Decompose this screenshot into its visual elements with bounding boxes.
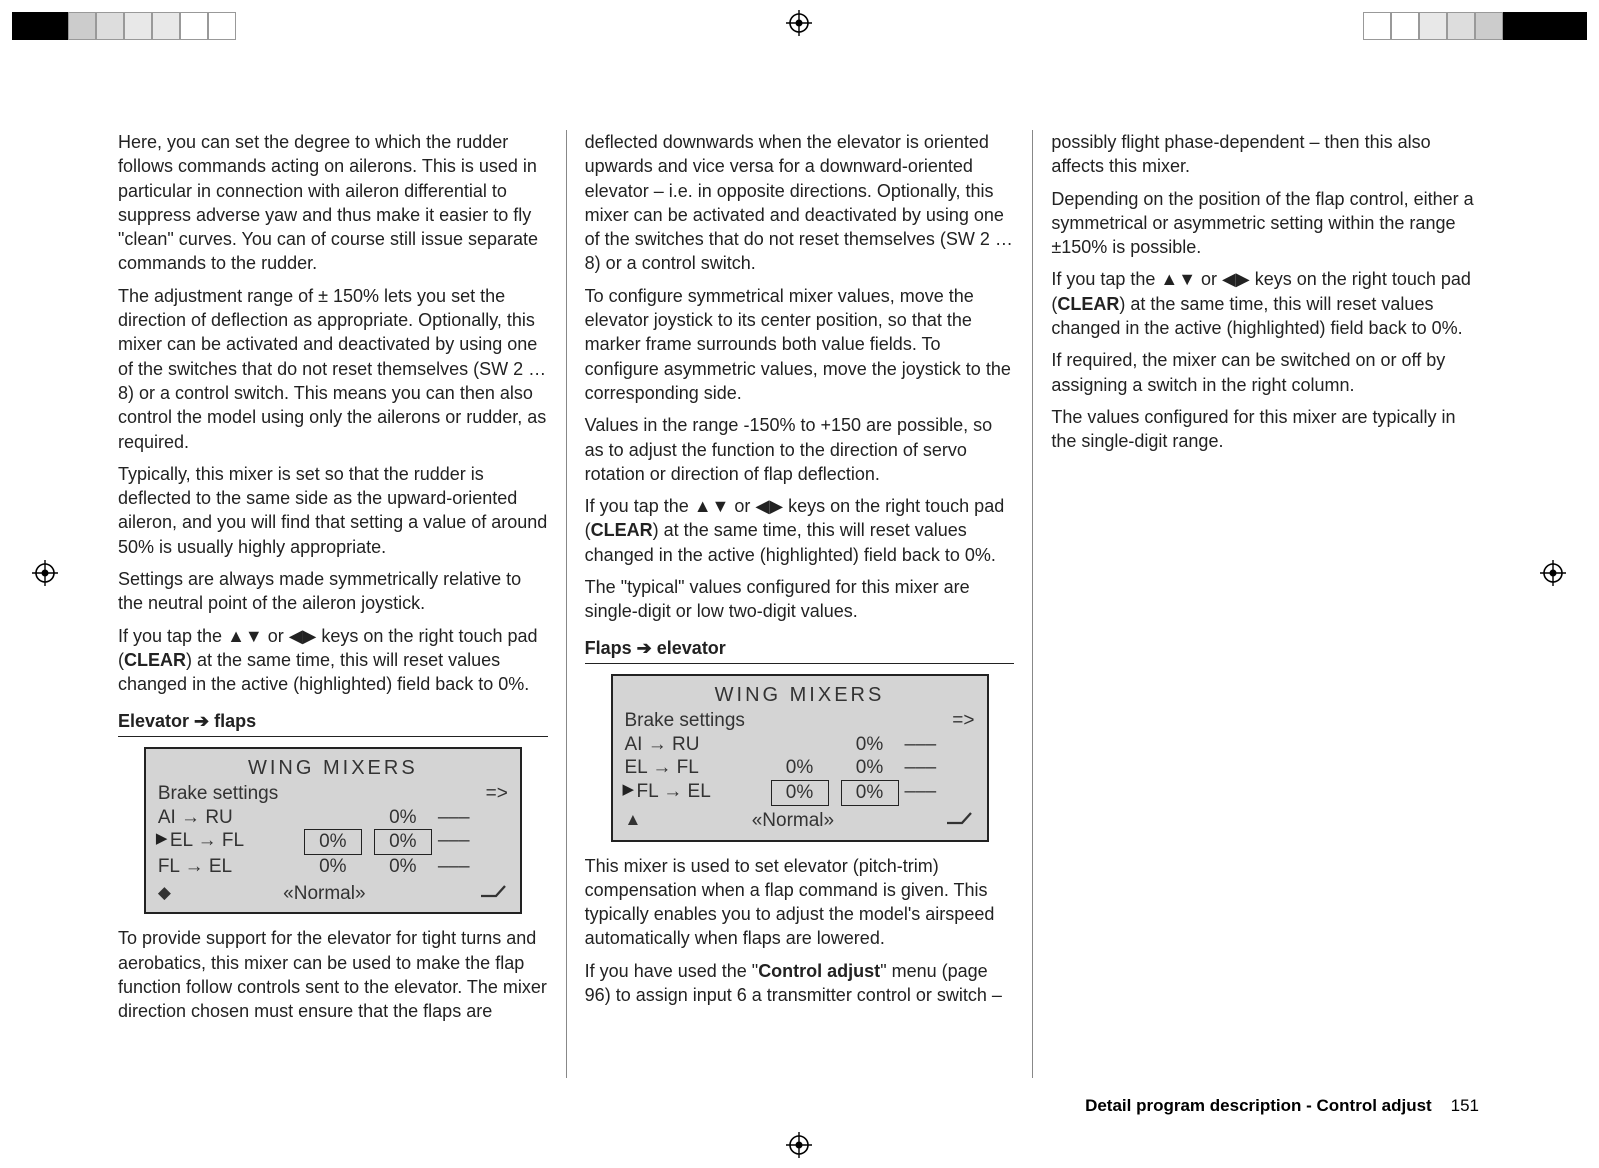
lcd2-normal-label: «Normal» [752,808,834,834]
lcd1-normal-row: ◆ «Normal» [158,879,508,907]
col2-p6: This mixer is used to set elevator (pitc… [585,854,1015,951]
col2-p4b-clear: CLEAR [591,520,653,540]
col2-p7: If you have used the "Control adjust" me… [585,959,1015,1008]
lcd1-r2-c1: EL → FL [170,829,298,855]
col1-p5: If you tap the ▲▼ or ◀▶ keys on the righ… [118,624,548,697]
col1-p4: Settings are always made symmetrically r… [118,567,548,616]
switch-icon [478,881,508,907]
lcd1-row2-selected: EL → FL 0% 0% ––– [158,829,508,855]
lcd2-r3-c1: FL → EL [637,780,765,806]
lcd2-r3-c3: 0% [841,780,899,806]
lcd2-r3-c4: ––– [905,780,975,806]
lcd1-r1-c1: AI → RU [158,806,298,830]
lcd2-title: WING MIXERS [625,682,975,709]
crosshair-left [32,560,58,586]
lcd2-r1-c4: ––– [905,733,975,757]
lcd1-r1-c2 [298,806,368,830]
lcd-screen-1: WING MIXERS Brake settings => AI → RU 0%… [144,747,522,915]
lcd1-title: WING MIXERS [158,755,508,782]
lcd1-r1-c3: 0% [368,806,438,830]
col2-p4: If you tap the ▲▼ or ◀▶ keys on the righ… [585,494,1015,567]
lcd2-row2: EL → FL 0% 0% ––– [625,756,975,780]
subhead-flaps-elevator: Flaps ➔ elevator [585,636,1015,664]
lcd1-r3-c4: ––– [438,855,508,879]
page-number: 151 [1451,1096,1479,1115]
lcd2-normal-row: ▲ «Normal» [625,806,975,834]
crosshair-top [786,10,812,36]
lcd1-r2-c4: ––– [438,829,508,855]
lcd1-r3-c3: 0% [368,855,438,879]
col3-p5: The values configured for this mixer are… [1051,405,1481,454]
lcd2-r1-c3: 0% [835,733,905,757]
col3-p2: Depending on the position of the flap co… [1051,187,1481,260]
lcd1-brake-arrow: => [368,782,508,806]
lcd2-r2-c2: 0% [765,756,835,780]
lcd2-row3-selected: FL → EL 0% 0% ––– [625,780,975,806]
lcd2-r2-c1: EL → FL [625,756,765,780]
column-1: Here, you can set the degree to which th… [100,130,567,1078]
col2-p7b-control-adjust: Control adjust [758,961,880,981]
col1-p6: To provide support for the elevator for … [118,926,548,1023]
lcd2-r3-c2: 0% [771,780,829,806]
lcd2-r2-c3: 0% [835,756,905,780]
subhead-elevator-flaps: Elevator ➔ flaps [118,709,548,737]
col2-p1: deflected downwards when the elevator is… [585,130,1015,276]
lcd1-r3-c1: FL → EL [158,855,298,879]
lcd1-row1: AI → RU 0% ––– [158,806,508,830]
col1-p2: The adjustment range of ± 150% lets you … [118,284,548,454]
up-icon: ▲ [625,809,642,832]
lcd1-brake-label: Brake settings [158,782,368,806]
lcd2-brake-label: Brake settings [625,709,835,733]
col3-p3: If you tap the ▲▼ or ◀▶ keys on the righ… [1051,267,1481,340]
page-content: Here, you can set the degree to which th… [100,130,1499,1078]
lcd1-r3-c2: 0% [298,855,368,879]
lcd1-r1-c4: ––– [438,806,508,830]
col1-p1: Here, you can set the degree to which th… [118,130,548,276]
lcd2-r2-c4: ––– [905,756,975,780]
lcd1-normal-label: «Normal» [283,881,365,907]
col3-p3b-clear: CLEAR [1057,294,1119,314]
col1-p3: Typically, this mixer is set so that the… [118,462,548,559]
registration-marks-right [1363,12,1587,40]
footer-label: Detail program description - Control adj… [1085,1096,1432,1115]
lcd1-row3: FL → EL 0% 0% ––– [158,855,508,879]
col2-p2: To configure symmetrical mixer values, m… [585,284,1015,405]
lcd2-r1-c1: AI → RU [625,733,765,757]
column-3: possibly flight phase-dependent – then t… [1033,130,1499,1078]
lcd2-row1: AI → RU 0% ––– [625,733,975,757]
up-down-icon: ◆ [158,882,171,905]
col3-p1: possibly flight phase-dependent – then t… [1051,130,1481,179]
lcd1-r2-c3: 0% [374,829,432,855]
col1-p5b-clear: CLEAR [124,650,186,670]
column-2: deflected downwards when the elevator is… [567,130,1034,1078]
col2-p3: Values in the range -150% to +150 are po… [585,413,1015,486]
lcd-screen-2: WING MIXERS Brake settings => AI → RU 0%… [611,674,989,842]
lcd1-brake-row: Brake settings => [158,782,508,806]
lcd1-r2-c2: 0% [304,829,362,855]
lcd2-r1-c2 [765,733,835,757]
registration-marks-left [12,12,236,40]
col2-p7a: If you have used the " [585,961,759,981]
page-footer: Detail program description - Control adj… [1085,1096,1479,1116]
switch-icon [944,808,974,834]
col2-p5: The "typical" values configured for this… [585,575,1015,624]
crosshair-right [1540,560,1566,586]
crosshair-bottom [786,1132,812,1158]
lcd2-brake-row: Brake settings => [625,709,975,733]
col3-p4: If required, the mixer can be switched o… [1051,348,1481,397]
lcd2-brake-arrow: => [835,709,975,733]
